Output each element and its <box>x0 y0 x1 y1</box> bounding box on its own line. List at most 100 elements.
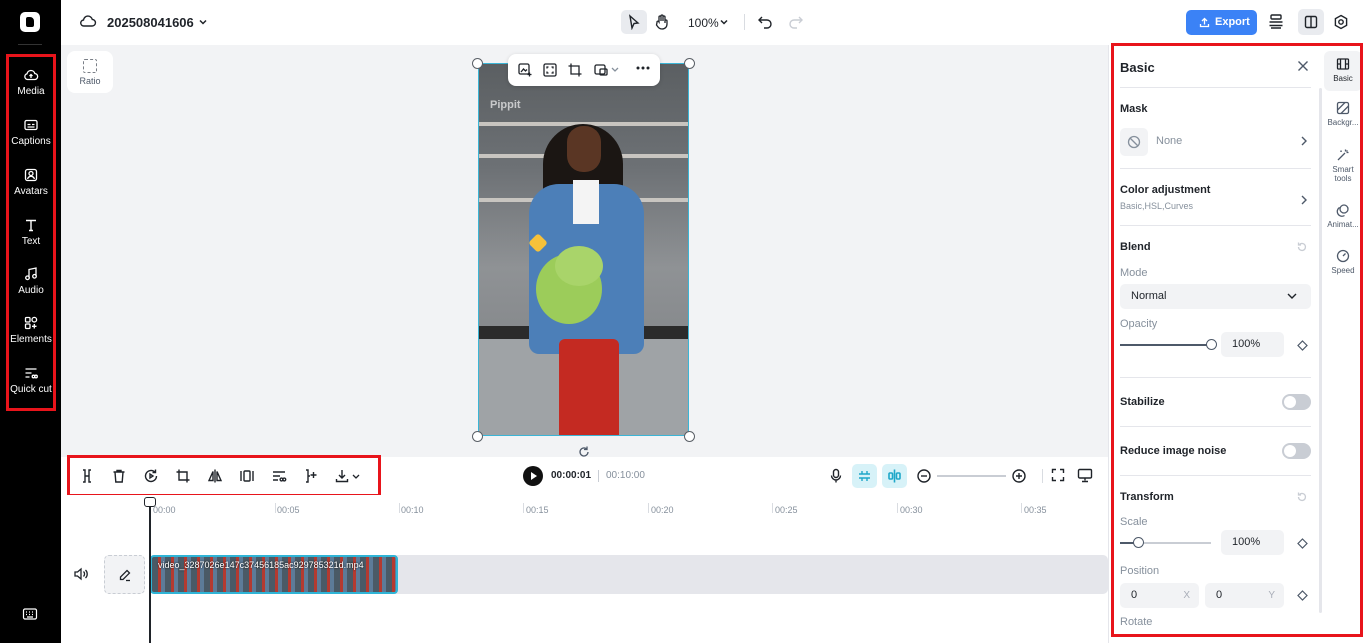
stabilize-toggle[interactable] <box>1282 394 1311 410</box>
ruler-label: 00:15 <box>526 505 549 515</box>
sidebar-item-text[interactable]: Text <box>9 217 53 248</box>
resize-handle-top-left[interactable] <box>472 58 483 69</box>
app-logo[interactable] <box>20 12 40 32</box>
fit-frame-icon[interactable] <box>542 62 558 78</box>
opacity-input[interactable]: 100% <box>1221 332 1284 357</box>
volume-icon[interactable] <box>73 567 89 581</box>
keyframe-icon[interactable] <box>1297 590 1308 601</box>
panel-scrollbar[interactable] <box>1319 88 1322 613</box>
chevron-right-icon[interactable] <box>1300 136 1308 146</box>
position-x-input[interactable]: 0 X <box>1120 583 1199 608</box>
hand-tool-icon[interactable] <box>654 13 670 31</box>
resize-handle-top-right[interactable] <box>684 58 695 69</box>
zoom-in-icon[interactable] <box>1011 468 1027 484</box>
ratio-button[interactable]: Ratio <box>67 51 113 93</box>
microphone-icon[interactable] <box>829 468 843 484</box>
chevron-right-icon[interactable] <box>1300 195 1308 205</box>
scale-slider-knob[interactable] <box>1133 537 1144 548</box>
zoom-level[interactable]: 100% <box>688 16 719 30</box>
tab-speed[interactable]: Speed <box>1324 249 1362 275</box>
mask-value[interactable]: None <box>1156 135 1182 147</box>
chevron-down-icon[interactable] <box>352 474 360 480</box>
chevron-down-icon[interactable] <box>197 16 209 28</box>
magic-wand-icon <box>1337 149 1349 161</box>
select-tool-button[interactable] <box>621 10 647 34</box>
scale-label: Scale <box>1120 516 1148 528</box>
gear-icon[interactable] <box>1333 14 1349 30</box>
pencil-icon <box>119 569 131 582</box>
export-button[interactable]: Export <box>1186 10 1257 35</box>
sidebar-item-quick-cut[interactable]: Quick cut <box>9 365 53 396</box>
tab-animation[interactable]: Animat... <box>1324 203 1362 229</box>
tab-background[interactable]: Backgr... <box>1324 101 1362 127</box>
tab-smart-tools[interactable]: Smart tools <box>1324 148 1362 183</box>
play-button[interactable] <box>523 466 543 486</box>
video-preview[interactable]: Pippit <box>478 63 689 436</box>
chevron-down-icon <box>1287 293 1297 299</box>
crop-icon[interactable] <box>175 468 191 484</box>
project-title[interactable]: 202508041606 <box>107 15 194 30</box>
more-options-icon[interactable] <box>636 66 650 70</box>
position-y-input[interactable]: 0 Y <box>1205 583 1284 608</box>
quick-cut-icon[interactable] <box>271 468 287 484</box>
mask-selector[interactable] <box>1120 128 1148 156</box>
sidebar-item-captions[interactable]: Captions <box>9 117 53 148</box>
preview-monitor-icon[interactable] <box>1077 468 1093 483</box>
redo-icon[interactable] <box>788 14 804 30</box>
crop-icon[interactable] <box>567 62 583 78</box>
sidebar-item-media[interactable]: Media <box>9 67 53 98</box>
playhead[interactable] <box>149 501 151 643</box>
sidebar-item-audio[interactable]: Audio <box>9 266 53 297</box>
snap-toggle-button[interactable] <box>852 464 877 488</box>
scale-input[interactable]: 100% <box>1221 530 1284 555</box>
preview-canvas[interactable]: Ratio Pippit <box>61 45 1108 457</box>
color-adjustment-title[interactable]: Color adjustment <box>1120 184 1210 196</box>
chevron-down-icon[interactable] <box>611 67 619 73</box>
layers-icon[interactable] <box>1268 13 1284 30</box>
no-mask-icon <box>1127 135 1141 149</box>
left-sidebar: Media Captions Avatars Text Audio Elemen… <box>0 0 61 643</box>
download-icon[interactable] <box>334 468 350 484</box>
flip-icon[interactable] <box>207 468 223 484</box>
fullscreen-icon[interactable] <box>1051 468 1065 482</box>
add-text-icon[interactable] <box>303 468 319 484</box>
split-icon[interactable] <box>79 468 95 484</box>
playhead-handle[interactable] <box>144 497 156 507</box>
reduce-noise-toggle[interactable] <box>1282 443 1311 459</box>
link-toggle-button[interactable] <box>882 464 907 488</box>
chevron-down-icon[interactable] <box>719 17 729 27</box>
sidebar-item-avatars[interactable]: Avatars <box>9 167 53 198</box>
panel-layout-button[interactable] <box>1298 9 1324 35</box>
color-adjustment-subtitle: Basic,HSL,Curves <box>1120 201 1194 211</box>
undo-icon[interactable] <box>757 14 773 30</box>
reset-icon[interactable] <box>1296 491 1308 503</box>
timeline[interactable]: 00:00 00:05 00:10 00:15 00:20 00:25 00:3… <box>61 495 1108 643</box>
trash-icon[interactable] <box>111 468 127 484</box>
freeze-frame-icon[interactable] <box>239 468 255 484</box>
sidebar-item-label: Audio <box>18 285 44 296</box>
close-icon[interactable] <box>1297 60 1309 72</box>
video-clip[interactable]: video_3287026e147c37456185ac929785321d.m… <box>150 555 398 594</box>
speed-replay-icon[interactable] <box>143 468 159 484</box>
opacity-slider-fill <box>1120 344 1211 346</box>
transform-icon[interactable] <box>593 62 609 78</box>
reset-icon[interactable] <box>1296 241 1308 253</box>
keyboard-shortcut-icon[interactable] <box>22 607 38 621</box>
ruler-label: 00:35 <box>1024 505 1047 515</box>
cloud-sync-icon[interactable] <box>79 13 97 29</box>
keyframe-icon[interactable] <box>1297 340 1308 351</box>
sidebar-item-label: Quick cut <box>10 384 52 395</box>
opacity-slider-knob[interactable] <box>1206 339 1217 350</box>
timeline-zoom-slider[interactable] <box>936 475 1006 477</box>
resize-handle-bottom-left[interactable] <box>472 431 483 442</box>
replace-media-icon[interactable] <box>517 62 533 78</box>
sidebar-item-elements[interactable]: Elements <box>9 315 53 346</box>
blend-mode-select[interactable]: Normal <box>1120 284 1311 309</box>
tab-basic[interactable]: Basic <box>1324 51 1362 91</box>
edit-cover-button[interactable] <box>104 555 145 594</box>
resize-handle-bottom-right[interactable] <box>684 431 695 442</box>
split-panel-icon <box>1304 15 1318 29</box>
timeline-zoom-slider-knob[interactable] <box>934 471 937 481</box>
zoom-out-icon[interactable] <box>916 468 932 484</box>
keyframe-icon[interactable] <box>1297 538 1308 549</box>
